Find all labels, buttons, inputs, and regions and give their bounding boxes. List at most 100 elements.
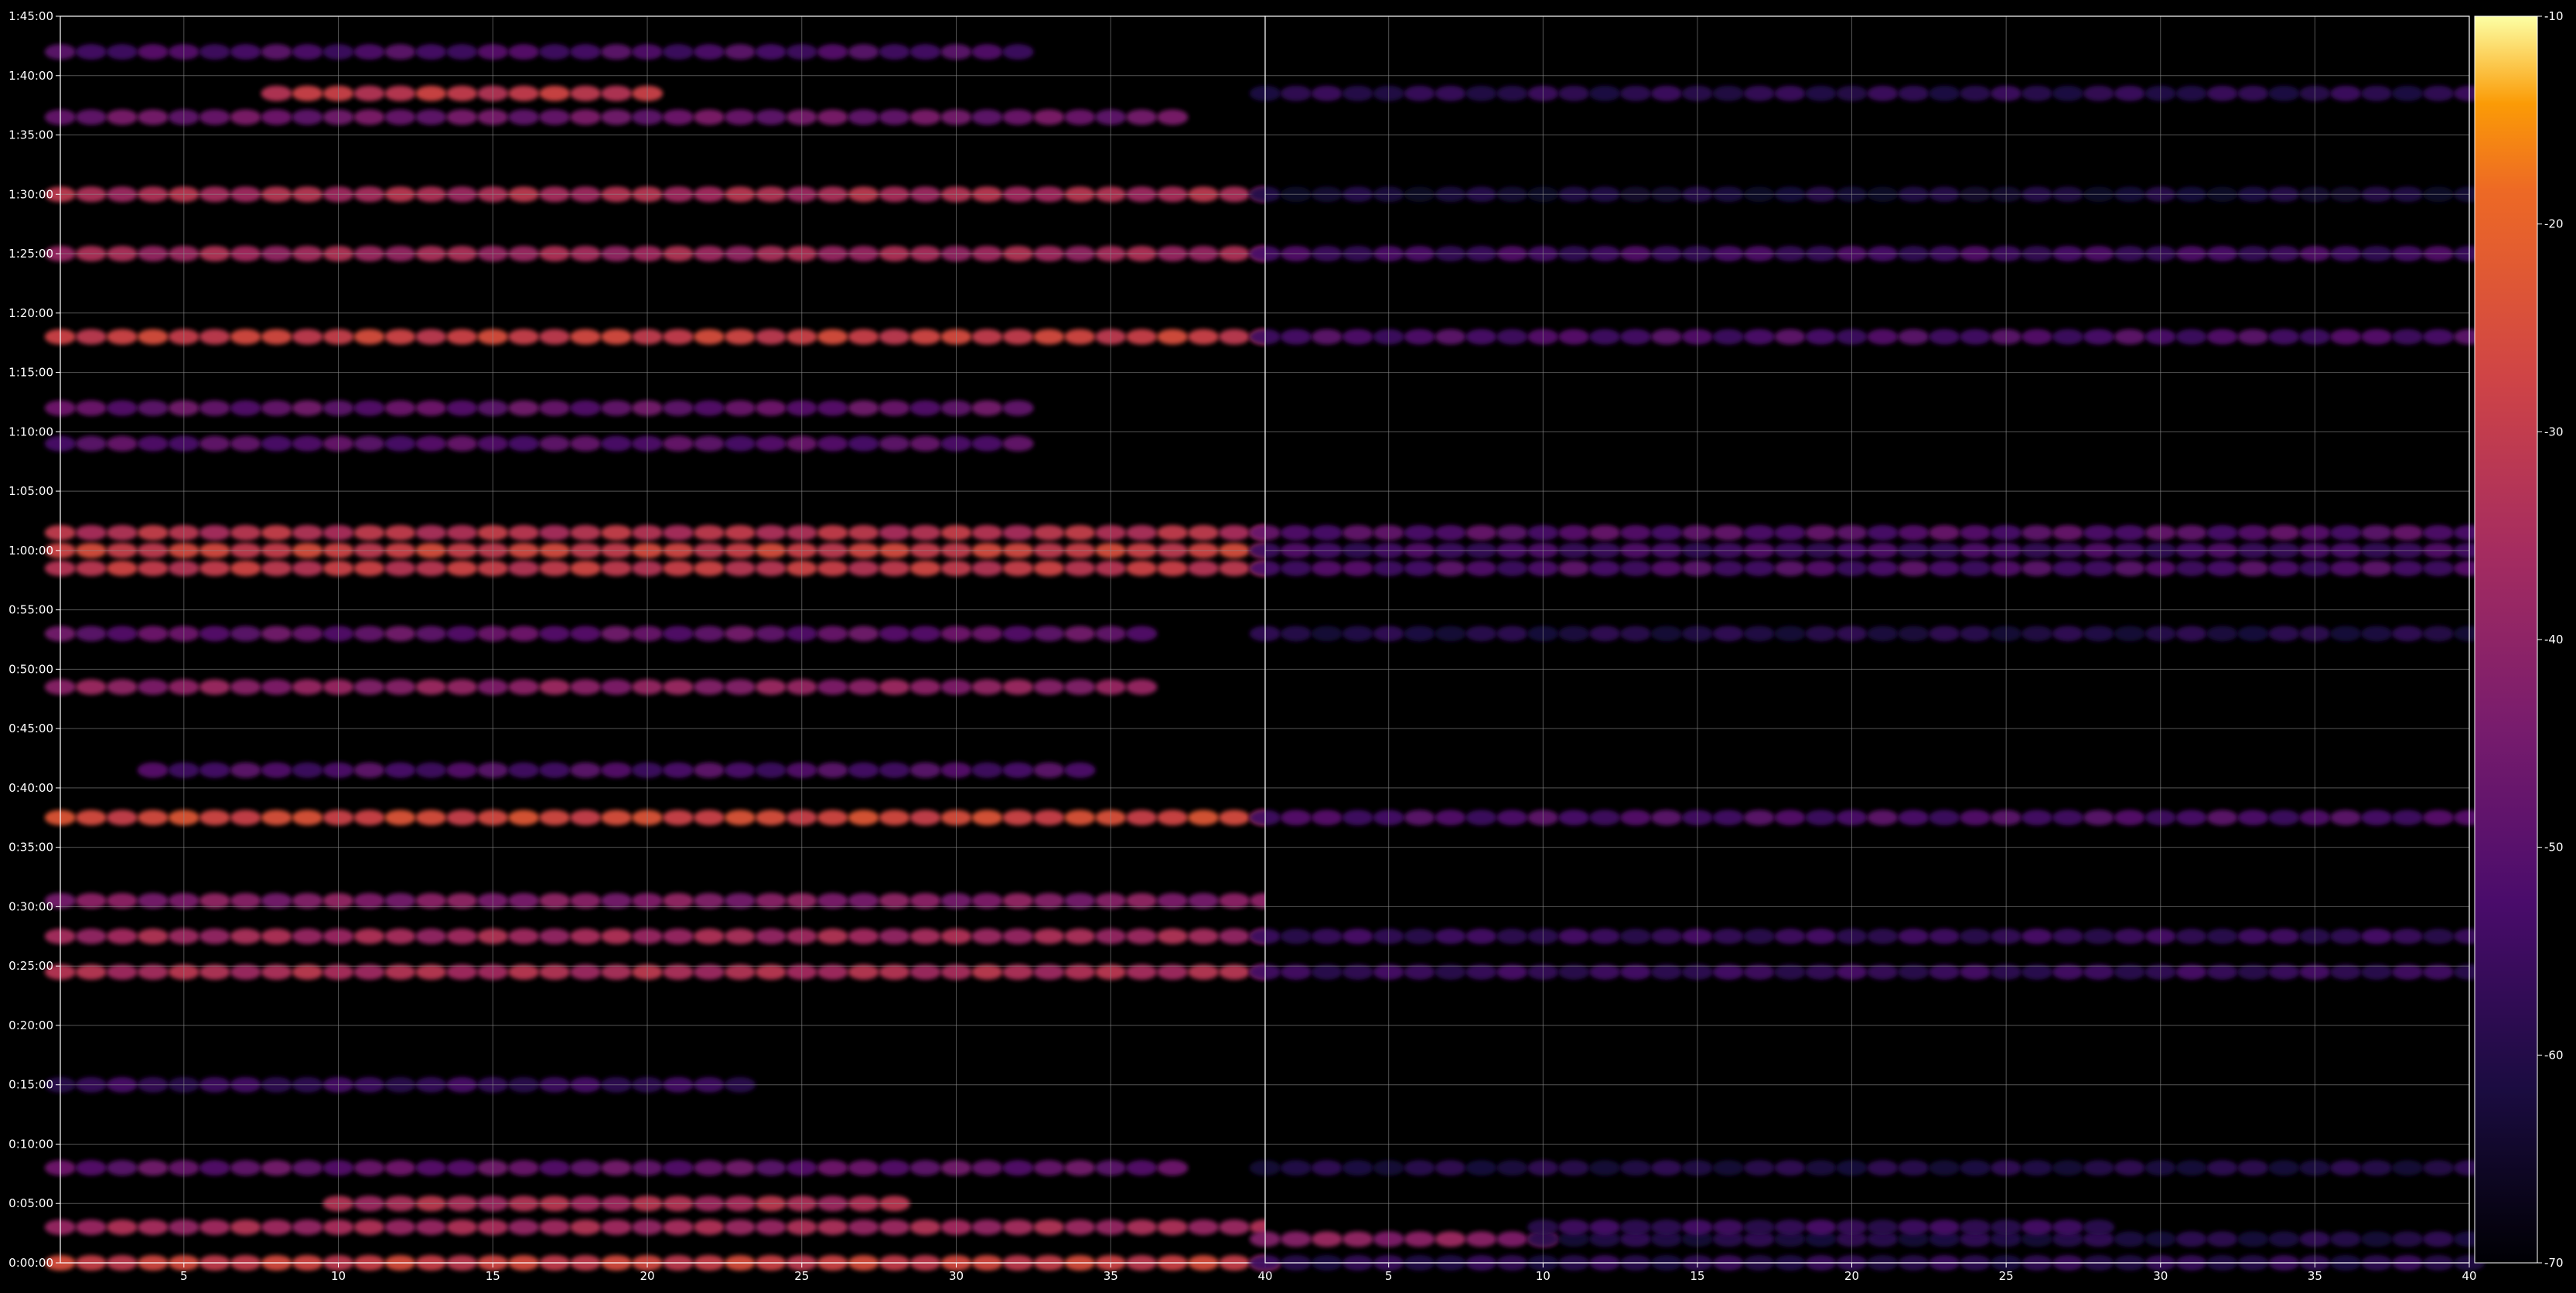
heat-cell: [75, 435, 107, 452]
heat-cell: [106, 400, 138, 416]
heat-cell: [1218, 810, 1250, 826]
heat-cell: [292, 44, 323, 60]
heat-cell: [292, 524, 323, 541]
heat-cell: [261, 928, 292, 944]
heat-cell: [1156, 964, 1189, 980]
heat-cell: [1064, 626, 1096, 642]
heat-cell: [1712, 1160, 1745, 1176]
heat-cell: [755, 626, 787, 642]
heat-cell: [755, 964, 787, 980]
heat-cell: [1002, 964, 1034, 980]
heat-cell: [848, 109, 879, 125]
heat-cell: [75, 626, 107, 642]
heat-cell: [1558, 85, 1590, 101]
heat-cell: [909, 109, 941, 125]
heat-cell: [106, 964, 138, 980]
heat-cell: [724, 1219, 756, 1235]
heat-cell: [1280, 928, 1312, 944]
heat-cell: [446, 1160, 478, 1176]
heat-cell: [353, 892, 385, 909]
heat-cell: [2052, 928, 2084, 944]
heat-cell: [600, 400, 633, 416]
heat-cell: [1867, 524, 1899, 541]
heat-cell: [384, 400, 416, 416]
heat-cell: [415, 964, 447, 980]
heat-cell: [199, 524, 230, 541]
heat-cell: [2114, 85, 2146, 101]
colorbar-tick-label: -50: [2544, 841, 2564, 855]
heat-cell: [2268, 1160, 2300, 1176]
heat-cell: [538, 964, 571, 980]
heat-cell: [569, 560, 602, 576]
heat-band: [44, 109, 1189, 125]
heat-cell: [2083, 329, 2115, 345]
heat-cell: [1064, 1160, 1096, 1176]
heat-cell: [230, 44, 261, 60]
heat-cell: [879, 626, 910, 642]
heat-cell: [2422, 560, 2455, 576]
heat-cell: [971, 679, 1003, 695]
heat-cell: [662, 892, 694, 909]
heat-cell: [755, 44, 787, 60]
heat-cell: [137, 524, 169, 541]
heat-cell: [1867, 810, 1899, 826]
heat-cell: [724, 435, 756, 452]
heat-cell: [755, 1219, 787, 1235]
heat-cell: [600, 1160, 633, 1176]
heat-cell: [848, 626, 879, 642]
heat-cell: [292, 626, 323, 642]
heat-cell: [230, 762, 261, 778]
heat-cell: [1650, 85, 1683, 101]
heat-cell: [879, 560, 910, 576]
heat-cell: [1743, 1219, 1776, 1235]
heat-cell: [1404, 560, 1435, 576]
heat-cell: [693, 524, 725, 541]
y-tick-label: 1:45:00: [9, 9, 53, 23]
heat-cell: [1929, 1219, 1960, 1235]
heat-cell: [909, 762, 941, 778]
heat-cell: [909, 1160, 941, 1176]
heat-cell: [446, 892, 478, 909]
heat-cell: [1496, 560, 1528, 576]
heat-cell: [724, 810, 756, 826]
heat-cell: [1867, 329, 1899, 345]
heat-cell: [415, 810, 447, 826]
heat-cell: [2114, 1231, 2146, 1247]
heat-cell: [817, 810, 848, 826]
heat-cell: [2083, 560, 2115, 576]
heat-cell: [353, 810, 385, 826]
heat-cell: [292, 810, 323, 826]
heat-cell: [137, 1160, 169, 1176]
heat-cell: [2237, 810, 2269, 826]
heat-cell: [1064, 560, 1096, 576]
heat-cell: [199, 626, 230, 642]
heat-cell: [724, 109, 756, 125]
heat-cell: [2422, 85, 2455, 101]
heat-cell: [415, 679, 447, 695]
heat-cell: [2422, 329, 2455, 345]
heat-cell: [2237, 85, 2269, 101]
heat-cell: [662, 810, 694, 826]
heat-cell: [1898, 928, 1929, 944]
heat-cell: [817, 560, 848, 576]
heat-cell: [569, 679, 602, 695]
heat-cell: [2360, 85, 2393, 101]
heat-cell: [230, 400, 261, 416]
heat-cell: [848, 928, 879, 944]
heat-cell: [199, 928, 230, 944]
heat-cell: [879, 1160, 910, 1176]
heat-cell: [1280, 524, 1312, 541]
heat-cell: [106, 626, 138, 642]
heat-band: [137, 762, 1096, 778]
heat-cell: [1867, 626, 1899, 642]
heat-cell: [230, 329, 261, 345]
y-tick-label: 0:05:00: [9, 1196, 53, 1210]
heat-cell: [2360, 928, 2393, 944]
heat-cell: [569, 892, 602, 909]
heat-cell: [1496, 810, 1528, 826]
heat-cell: [569, 964, 602, 980]
heat-cell: [1342, 85, 1374, 101]
heat-cell: [230, 560, 261, 576]
heat-cell: [2052, 810, 2084, 826]
heatmap-panel-2: 5 10 15 20 25 30 35 40: [1249, 15, 2486, 1283]
